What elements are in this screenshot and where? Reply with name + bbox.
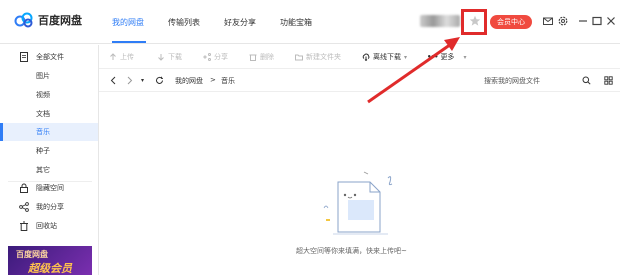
settings-icon[interactable]: [558, 16, 568, 26]
sidebar-item-images[interactable]: 图片: [0, 67, 98, 85]
upload-icon: [110, 53, 116, 60]
refresh-icon[interactable]: [155, 76, 164, 85]
empty-folder-illustration: [323, 171, 393, 235]
sidebar-item-hidden-space[interactable]: 隐藏空间: [0, 179, 98, 197]
sidebar-item-label: 隐藏空间: [36, 184, 64, 192]
vip-promo-banner[interactable]: 百度网盘 超级会员: [8, 246, 92, 275]
lock-icon: [20, 183, 28, 193]
delete-button[interactable]: 删除: [249, 52, 274, 62]
nav-transfer-list[interactable]: 传输列表: [168, 17, 200, 44]
nav-active-underline: [112, 41, 146, 43]
download-label: 下载: [168, 53, 182, 61]
mail-icon[interactable]: [543, 16, 553, 26]
sidebar-item-my-shares[interactable]: 我的分享: [0, 198, 98, 216]
new-folder-label: 新建文件夹: [306, 53, 341, 61]
promo-title: 百度网盘: [16, 250, 48, 259]
share-icon: [19, 202, 29, 212]
close-icon[interactable]: [606, 16, 616, 26]
sidebar-item-videos[interactable]: 视频: [0, 86, 98, 104]
annotation-arrow: [367, 37, 460, 104]
new-folder-button[interactable]: 新建文件夹: [295, 52, 341, 62]
share-button[interactable]: 分享: [203, 52, 228, 62]
sidebar-item-label: 其它: [36, 166, 50, 174]
title-bar: 百度网盘 我的网盘 传输列表 好友分享 功能宝箱 会员中心: [0, 0, 620, 44]
trash-icon: [249, 54, 257, 61]
promo-subtitle: 超级会员: [28, 262, 72, 275]
share-icon: [203, 53, 211, 61]
sidebar-item-label: 文档: [36, 110, 50, 118]
breadcrumb-my-drive[interactable]: 我的网盘: [175, 76, 203, 86]
upload-label: 上传: [120, 53, 134, 61]
nav-toolbox[interactable]: 功能宝箱: [280, 17, 312, 44]
sidebar-item-label: 种子: [36, 147, 50, 155]
forward-icon[interactable]: [125, 76, 134, 85]
back-icon[interactable]: [109, 76, 118, 85]
maximize-icon[interactable]: [592, 16, 602, 26]
search-input[interactable]: 搜索我的网盘文件: [484, 76, 540, 86]
sidebar-item-recycle-bin[interactable]: 回收站: [0, 217, 98, 235]
folder-icon: [295, 54, 303, 61]
sidebar-item-label: 我的分享: [36, 203, 64, 211]
app-logo: 百度网盘: [14, 12, 82, 28]
download-icon: [158, 54, 164, 61]
breadcrumb-separator: >: [210, 76, 216, 84]
sidebar-item-torrents[interactable]: 种子: [0, 142, 98, 160]
baidu-cloud-logo-icon: [14, 12, 33, 28]
sidebar-item-label: 视频: [36, 91, 50, 99]
sidebar-item-documents[interactable]: 文档: [0, 105, 98, 123]
delete-label: 删除: [260, 53, 274, 61]
sidebar-item-music[interactable]: 音乐: [0, 123, 98, 141]
sidebar-item-label: 回收站: [36, 222, 57, 230]
user-avatar-name[interactable]: [420, 15, 460, 27]
breadcrumb-music[interactable]: 音乐: [221, 76, 235, 86]
nav-my-drive[interactable]: 我的网盘: [112, 17, 144, 44]
logo-text: 百度网盘: [38, 14, 82, 27]
vip-center-button[interactable]: 会员中心: [490, 15, 532, 29]
sidebar: 全部文件 图片 视频 文档 音乐 种子 其它 隐藏空间 我的分享 回收站 百度网…: [0, 45, 99, 275]
sidebar-item-label: 全部文件: [36, 53, 64, 61]
sidebar-item-other[interactable]: 其它: [0, 161, 98, 179]
trash-icon: [20, 221, 28, 231]
empty-state-text: 超大空间等你来填满，快来上传吧~: [296, 247, 407, 255]
search-icon[interactable]: [582, 76, 591, 85]
upload-button[interactable]: 上传: [109, 52, 134, 62]
grid-view-icon[interactable]: [604, 76, 613, 85]
share-label: 分享: [214, 53, 228, 61]
history-dropdown-icon[interactable]: ▾: [141, 77, 150, 86]
main-nav: 我的网盘 传输列表 好友分享 功能宝箱: [112, 17, 336, 44]
sidebar-item-label: 图片: [36, 72, 50, 80]
minimize-icon[interactable]: [578, 16, 588, 26]
sidebar-item-all-files[interactable]: 全部文件: [0, 48, 98, 66]
file-icon: [20, 52, 28, 62]
nav-friend-share[interactable]: 好友分享: [224, 17, 256, 44]
sidebar-item-label: 音乐: [36, 128, 50, 136]
download-button[interactable]: 下载: [157, 52, 182, 62]
